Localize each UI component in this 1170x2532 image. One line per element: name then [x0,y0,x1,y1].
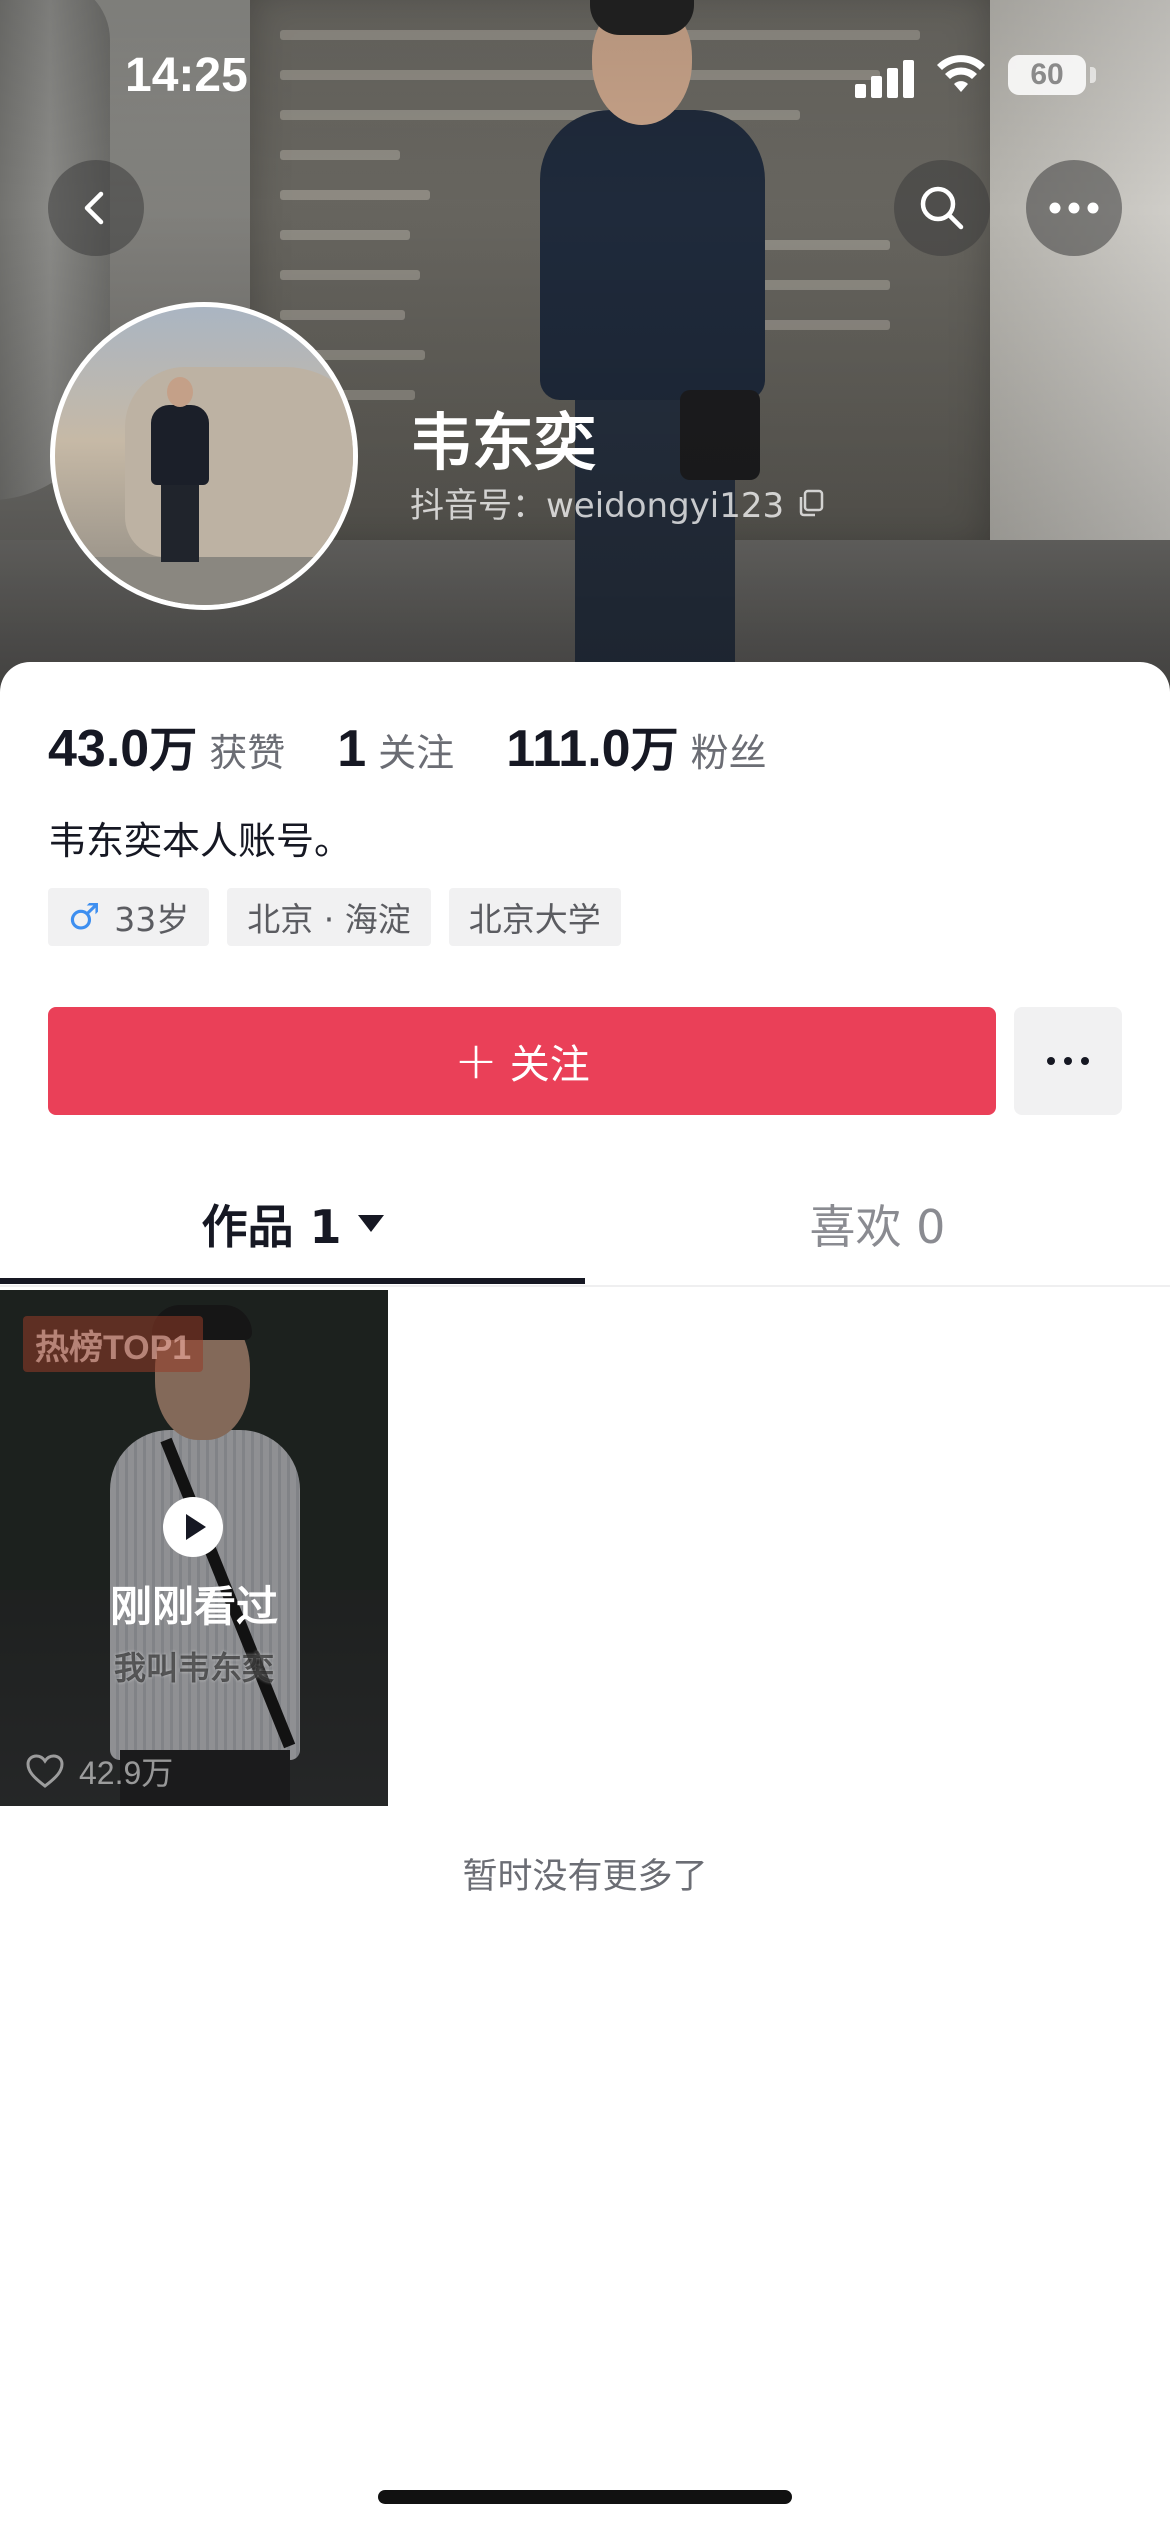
search-icon [920,186,964,230]
ellipsis-icon [1049,202,1099,214]
wifi-icon [937,55,985,92]
tab-likes[interactable]: 喜欢 0 [585,1162,1170,1285]
follow-button[interactable]: + 关注 [48,1007,996,1115]
profile-bio: 韦东奕本人账号。 [48,819,353,863]
stat-likes-number: 43.0 [48,720,150,778]
chevron-left-icon [84,191,104,225]
video-like-count: 42.9万 [25,1748,173,1794]
search-button[interactable] [894,160,990,256]
douyin-id[interactable]: 抖音号：weidongyi123 [410,478,826,527]
follow-button-label: 关注 [509,1042,590,1088]
battery-tip [1090,67,1096,83]
stat-likes-label: 获赞 [209,731,286,775]
tab-works[interactable]: 作品 1 [0,1162,585,1285]
dropdown-triangle-icon [357,1215,384,1232]
avatar[interactable] [50,302,358,610]
profile-stats: 43.0 万 获赞 1 关注 111.0 万 粉丝 [48,710,819,780]
stat-followers-number: 111.0 [506,720,631,778]
video-thumbnail[interactable]: 热榜TOP1 刚刚看过 我叫韦东奕 42.9万 [0,1290,388,1806]
stat-following-number: 1 [337,720,367,778]
no-more-content-text: 暂时没有更多了 [462,1857,708,1897]
stat-followers-label: 粉丝 [690,731,767,775]
tab-likes-label: 喜欢 0 [809,1199,946,1254]
stat-following[interactable]: 1 关注 [337,719,454,779]
follow-more-button[interactable] [1014,1007,1122,1115]
tag-location[interactable]: 北京 · 海淀 [227,888,431,946]
ellipsis-icon [1047,1057,1089,1065]
hot-rank-badge: 热榜TOP1 [23,1316,204,1372]
stat-followers[interactable]: 111.0 万 粉丝 [506,710,766,780]
content-tabs: 作品 1 喜欢 0 [0,1162,1170,1287]
douyin-id-text: 抖音号：weidongyi123 [410,486,785,526]
stat-likes-unit: 万 [149,722,198,778]
play-icon [163,1497,223,1557]
video-caption: 我叫韦东奕 [113,1649,274,1687]
battery-icon: 60 [1008,55,1086,95]
back-button[interactable] [48,160,144,256]
tag-age: 33岁 [114,900,190,939]
recently-watched-label: 刚刚看过 [109,1582,278,1631]
like-count-text: 42.9万 [79,1755,174,1791]
status-bar: 14:25 60 [0,0,1170,150]
cellular-signal-icon [855,58,915,98]
stat-followers-unit: 万 [630,722,679,778]
male-icon: ♂ [68,896,101,938]
stat-likes[interactable]: 43.0 万 获赞 [48,710,285,780]
tag-gender-age: ♂ 33岁 [48,888,210,946]
status-time: 14:25 [125,49,248,102]
profile-name: 韦东奕 [410,406,597,479]
heart-icon [26,1754,64,1788]
active-tab-indicator [0,1278,585,1284]
stat-following-label: 关注 [378,731,455,775]
plus-icon: + [454,1031,498,1091]
profile-tags: ♂ 33岁 北京 · 海淀 北京大学 [48,888,639,946]
tab-works-label: 作品 1 [201,1199,342,1254]
profile-content-card: 43.0 万 获赞 1 关注 111.0 万 粉丝 韦东奕本人账号。 ♂ 33岁… [0,662,1170,2532]
home-indicator[interactable] [378,2490,792,2504]
copy-icon[interactable] [796,488,826,518]
tag-school[interactable]: 北京大学 [448,888,621,946]
more-options-button[interactable] [1026,160,1122,256]
